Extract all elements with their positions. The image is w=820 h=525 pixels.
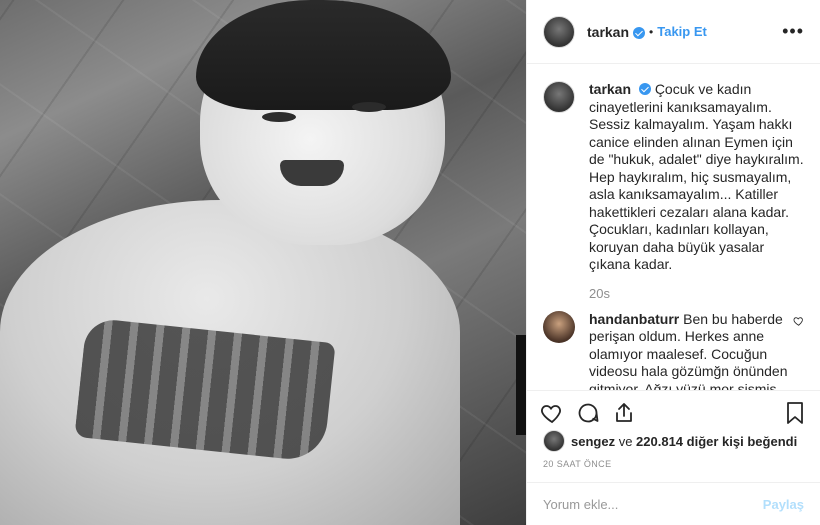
- verified-badge-icon: [633, 26, 646, 39]
- like-heart-icon[interactable]: [539, 400, 565, 426]
- comments-list[interactable]: tarkan Çocuk ve kadın cinayetlerini kanı…: [527, 65, 820, 390]
- add-comment-bar: Paylaş: [527, 482, 820, 525]
- liker-username[interactable]: sengez: [571, 434, 615, 449]
- likes-text: sengez ve 220.814 diğer kişi beğendi: [571, 434, 797, 449]
- comment-username[interactable]: handanbaturr: [589, 311, 679, 327]
- caption-text: Çocuk ve kadın cinayetlerini kanıksamaya…: [589, 81, 804, 272]
- likes-connector: ve: [615, 433, 637, 449]
- more-options-icon[interactable]: •••: [782, 21, 804, 42]
- likes-summary: sengez ve 220.814 diğer kişi beğendi: [543, 430, 804, 452]
- post-date[interactable]: 20 SAAT ÖNCE: [543, 459, 612, 469]
- photo-eye-right: [352, 102, 386, 112]
- bookmark-icon[interactable]: [782, 400, 808, 426]
- avatar[interactable]: [543, 15, 575, 48]
- likes-suffix[interactable]: diğer kişi beğendi: [683, 434, 798, 449]
- comment-input[interactable]: [543, 496, 763, 512]
- caption: tarkan Çocuk ve kadın cinayetlerini kanı…: [589, 81, 804, 274]
- photo-dark-edge: [516, 335, 526, 435]
- caption-time[interactable]: 20s: [589, 286, 804, 301]
- photo-eye-left: [262, 112, 296, 122]
- photo-mouth: [280, 160, 344, 186]
- comment-like-heart-icon[interactable]: [793, 315, 804, 327]
- liker-avatar[interactable]: [543, 430, 565, 452]
- comment-bubble-icon[interactable]: [575, 400, 601, 426]
- follow-button[interactable]: Takip Et: [657, 24, 707, 39]
- comment-body: handanbaturr Ben bu haberde perişan oldu…: [589, 311, 793, 391]
- action-bar: [527, 390, 820, 434]
- share-icon[interactable]: [611, 400, 637, 426]
- commenter-avatar[interactable]: [543, 310, 575, 343]
- likes-count[interactable]: 220.814: [636, 434, 683, 449]
- header-username[interactable]: tarkan: [587, 24, 629, 40]
- list-item: handanbaturr Ben bu haberde perişan oldu…: [543, 310, 804, 391]
- header-separator: •: [649, 24, 654, 39]
- caption-username[interactable]: tarkan: [589, 81, 631, 97]
- caption-avatar[interactable]: [543, 81, 575, 113]
- caption-row: tarkan Çocuk ve kadın cinayetlerini kanı…: [543, 81, 804, 274]
- post-comment-button[interactable]: Paylaş: [763, 497, 804, 512]
- post-header: tarkan • Takip Et •••: [527, 0, 820, 64]
- post-photo[interactable]: [0, 0, 526, 525]
- verified-badge-icon: [638, 83, 651, 95]
- post-side-panel: tarkan • Takip Et ••• tarkan Çocuk ve ka…: [526, 0, 820, 525]
